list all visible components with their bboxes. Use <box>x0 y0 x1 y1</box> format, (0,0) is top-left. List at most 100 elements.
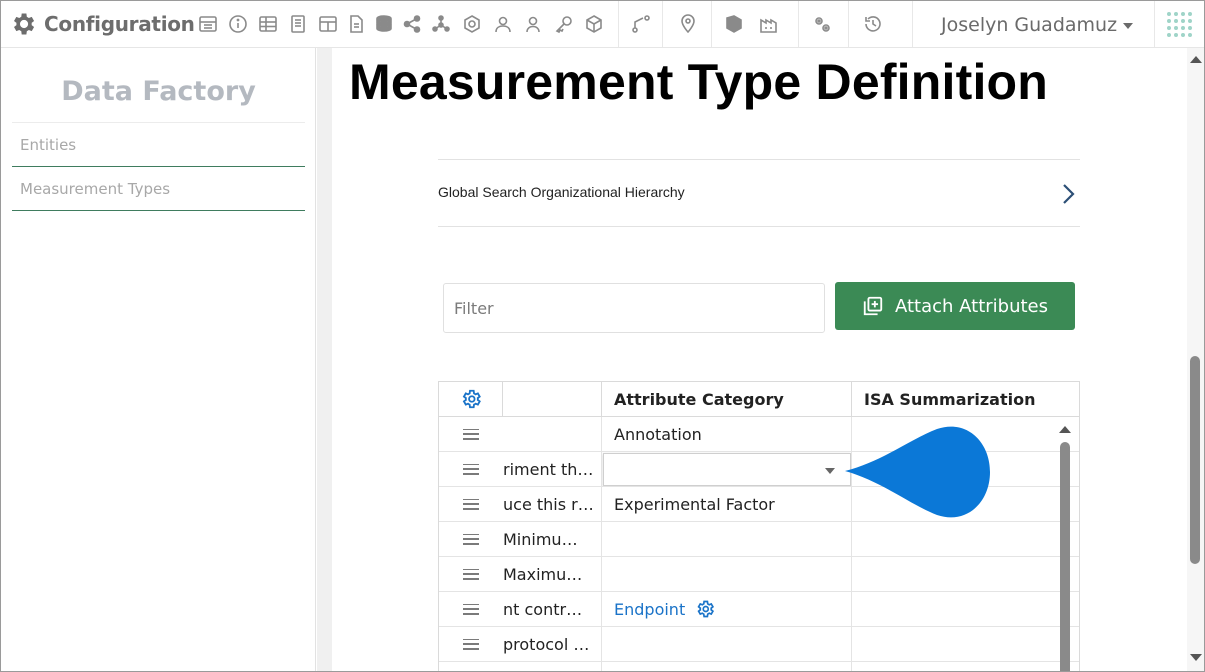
info-icon[interactable] <box>227 13 249 35</box>
table-row[interactable] <box>439 662 1079 671</box>
grid-scrollbar[interactable] <box>1058 424 1072 671</box>
attach-attributes-label: Attach Attributes <box>894 295 1049 317</box>
attribute-category-cell[interactable] <box>602 627 852 661</box>
scroll-up-icon[interactable] <box>1059 426 1071 433</box>
app-title: Configuration <box>44 12 195 36</box>
chevron-right-icon <box>1063 184 1075 204</box>
isa-summarization-cell[interactable] <box>852 592 1079 626</box>
app-home-link[interactable]: Configuration <box>9 9 195 39</box>
isa-summarization-cell[interactable] <box>852 522 1079 556</box>
sidebar-item-measurement-types[interactable]: Measurement Types <box>12 168 305 211</box>
attribute-name-cell[interactable] <box>503 662 602 671</box>
add-stack-icon <box>863 296 883 316</box>
drag-handle-icon[interactable] <box>439 487 503 521</box>
attribute-category-cell[interactable]: Experimental Factor <box>602 487 852 521</box>
attribute-name: nt contr… <box>503 599 583 619</box>
column-settings-button[interactable] <box>439 382 503 416</box>
drag-handle-icon[interactable] <box>439 592 503 626</box>
key-icon[interactable] <box>553 13 575 35</box>
attribute-category-cell[interactable]: Endpoint <box>602 592 852 626</box>
location-pin-icon[interactable] <box>677 13 699 35</box>
attribute-name-cell[interactable]: riment th… <box>503 452 602 486</box>
table-row[interactable]: nt contr… Endpoint <box>439 592 1079 627</box>
attribute-name: riment th… <box>503 459 594 479</box>
isa-summarization-cell[interactable] <box>852 662 1079 671</box>
drag-handle-icon[interactable] <box>439 662 503 671</box>
user-menu[interactable]: Joselyn Guadamuz <box>941 14 1134 36</box>
attribute-category-cell[interactable]: Annotation <box>602 417 852 451</box>
toolbar-separator <box>711 1 712 47</box>
table-row[interactable]: protocol … <box>439 627 1079 662</box>
scroll-down-icon[interactable] <box>1190 654 1202 661</box>
attribute-name: Maximu… <box>503 564 583 584</box>
attribute-name-cell[interactable]: nt contr… <box>503 592 602 626</box>
share-icon[interactable] <box>401 13 423 35</box>
attribute-name: Minimu… <box>503 529 578 549</box>
history-icon[interactable] <box>862 13 884 35</box>
attribute-category-cell[interactable] <box>602 557 852 591</box>
toolbar-separator <box>912 1 913 47</box>
attribute-category-link[interactable]: Endpoint <box>614 600 685 619</box>
main-content: Measurement Type Definition Global Searc… <box>332 48 1188 671</box>
isa-summarization-cell[interactable] <box>852 557 1079 591</box>
factory-icon[interactable] <box>758 13 780 35</box>
user-icon[interactable] <box>522 13 544 35</box>
scroll-up-icon[interactable] <box>1190 56 1202 63</box>
workflow-icon[interactable] <box>630 13 652 35</box>
splitter[interactable] <box>317 48 332 671</box>
gear-icon <box>462 389 481 409</box>
book-icon[interactable] <box>287 13 309 35</box>
column-header-isa-summarization[interactable]: ISA Summarization <box>852 382 1079 416</box>
document-icon[interactable] <box>345 13 367 35</box>
isa-summarization-cell[interactable] <box>852 627 1079 661</box>
attribute-category-cell[interactable] <box>602 522 852 556</box>
attach-attributes-button[interactable]: Attach Attributes <box>835 282 1075 330</box>
attribute-category-cell[interactable] <box>602 452 852 486</box>
user-group-icon[interactable] <box>492 13 514 35</box>
table-icon[interactable] <box>257 13 279 35</box>
attribute-name: protocol … <box>503 634 590 654</box>
hierarchy-label: Global Search Organizational Hierarchy <box>438 184 685 200</box>
settings-icon[interactable] <box>811 13 833 35</box>
network-icon[interactable] <box>430 13 452 35</box>
chevron-down-icon[interactable] <box>825 468 835 474</box>
sidebar-title: Data Factory <box>61 76 256 107</box>
filter-input[interactable] <box>443 283 825 333</box>
apps-grid-icon[interactable] <box>1167 12 1192 37</box>
attribute-name-cell[interactable]: uce this r… <box>503 487 602 521</box>
hierarchy-expander[interactable]: Global Search Organizational Hierarchy <box>438 159 1080 227</box>
attribute-name-cell[interactable]: Maximu… <box>503 557 602 591</box>
drag-handle-icon[interactable] <box>439 452 503 486</box>
attribute-name-cell[interactable]: protocol … <box>503 627 602 661</box>
pointer-marker <box>845 426 990 518</box>
database-icon[interactable] <box>373 13 395 35</box>
table-row[interactable]: Maximu… <box>439 557 1079 592</box>
drag-handle-icon[interactable] <box>439 557 503 591</box>
scrollbar-thumb[interactable] <box>1060 442 1070 671</box>
attribute-category-cell[interactable] <box>602 662 852 671</box>
app-window: Configuration Joselyn Guadamuz Data Fact… <box>0 0 1205 672</box>
page-scrollbar[interactable] <box>1187 48 1204 671</box>
drag-handle-icon[interactable] <box>439 522 503 556</box>
drag-handle-icon[interactable] <box>439 417 503 451</box>
column-header-name[interactable] <box>503 382 602 416</box>
column-header-attribute-category[interactable]: Attribute Category <box>602 382 852 416</box>
attribute-category-dropdown[interactable] <box>603 453 851 486</box>
sidebar-item-entities[interactable]: Entities <box>12 124 305 167</box>
tag-icon[interactable] <box>723 13 745 35</box>
attribute-name-cell[interactable]: Minimu… <box>503 522 602 556</box>
cube-icon[interactable] <box>583 13 605 35</box>
drag-handle-icon[interactable] <box>439 627 503 661</box>
attribute-name-cell[interactable] <box>503 417 602 451</box>
table-row[interactable]: Minimu… <box>439 522 1079 557</box>
toolbar-separator <box>662 1 663 47</box>
grid-table-icon[interactable] <box>317 13 339 35</box>
badge-icon[interactable] <box>461 13 483 35</box>
toolbar-separator <box>798 1 799 47</box>
attribute-category: Experimental Factor <box>614 494 775 514</box>
gear-icon[interactable] <box>695 599 715 619</box>
scrollbar-thumb[interactable] <box>1190 356 1200 564</box>
dashboard-icon[interactable] <box>197 13 219 35</box>
attribute-category: Annotation <box>614 424 702 444</box>
top-navigation-bar: Configuration Joselyn Guadamuz <box>1 1 1204 48</box>
